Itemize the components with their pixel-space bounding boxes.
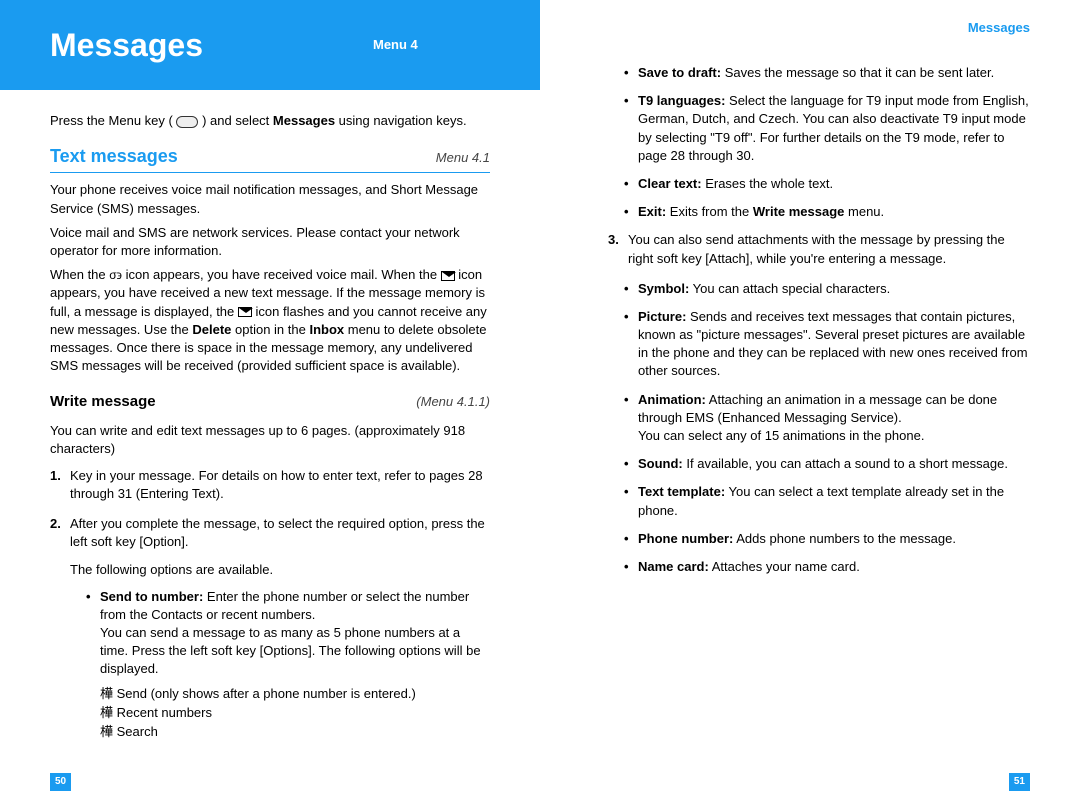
option-more: You can send a message to as many as 5 p… xyxy=(100,624,490,679)
page-number: 51 xyxy=(1009,773,1030,791)
intro-bold: Messages xyxy=(273,113,335,128)
intro-text3: using navigation keys. xyxy=(335,113,467,128)
intro-text2: ) and select xyxy=(202,113,273,128)
paragraph: When the σ϶ icon appears, you have recei… xyxy=(50,266,490,375)
subsection-menu: Menu 4.1 xyxy=(436,149,490,167)
paragraph: Your phone receives voice mail notificat… xyxy=(50,181,490,217)
subsection-title: Text messages xyxy=(50,144,178,169)
list-item: Exit: Exits from the Write message menu. xyxy=(638,203,1030,221)
subsection-header: Text messages Menu 4.1 xyxy=(50,144,490,173)
list-item: 3.You can also send attachments with the… xyxy=(628,231,1030,267)
intro-paragraph: Press the Menu key ( ) and select Messag… xyxy=(50,112,490,130)
section-label: Messages xyxy=(968,19,1030,37)
envelope-icon xyxy=(238,307,252,317)
bulleted-list: Save to draft: Saves the message so that… xyxy=(590,64,1030,221)
list-item: Name card: Attaches your name card. xyxy=(638,558,1030,576)
followup-text: The following options are available. xyxy=(70,561,490,579)
header-title: Messages xyxy=(50,23,203,68)
list-item: Clear text: Erases the whole text. xyxy=(638,175,1030,193)
right-page: Messages Save to draft: Saves the messag… xyxy=(540,0,1080,809)
list-item: Text template: You can select a text tem… xyxy=(638,483,1030,519)
list-item: Picture: Sends and receives text message… xyxy=(638,308,1030,381)
right-header: Messages xyxy=(540,0,1080,56)
left-page: Messages Menu 4 Press the Menu key ( ) a… xyxy=(0,0,540,809)
page-header: Messages Menu 4 xyxy=(0,0,540,90)
subsection2-title: Write message xyxy=(50,391,156,412)
voicemail-icon: σ϶ xyxy=(109,267,122,284)
bulleted-list: Symbol: You can attach special character… xyxy=(590,280,1030,576)
paragraph: Voice mail and SMS are network services.… xyxy=(50,224,490,260)
sub-options: 樺 Send (only shows after a phone number … xyxy=(100,685,490,742)
menu-key-icon xyxy=(176,116,198,128)
numbered-list: 3.You can also send attachments with the… xyxy=(590,231,1030,267)
subsection2-menu: (Menu 4.1.1) xyxy=(416,393,490,411)
list-item: Symbol: You can attach special character… xyxy=(638,280,1030,298)
subsection2-header: Write message (Menu 4.1.1) xyxy=(50,391,490,412)
numbered-list: 1.Key in your message. For details on ho… xyxy=(50,467,490,741)
paragraph: You can write and edit text messages up … xyxy=(50,422,490,458)
envelope-icon xyxy=(441,271,455,281)
right-content: Save to draft: Saves the message so that… xyxy=(590,64,1030,576)
list-item: Phone number: Adds phone numbers to the … xyxy=(638,530,1030,548)
list-item: 1.Key in your message. For details on ho… xyxy=(70,467,490,503)
intro-text: Press the Menu key ( xyxy=(50,113,173,128)
list-item: Save to draft: Saves the message so that… xyxy=(638,64,1030,82)
list-item: Animation: Attaching an animation in a m… xyxy=(638,391,1030,446)
header-menu-label: Menu 4 xyxy=(373,36,418,54)
bulleted-list: Send to number: Enter the phone number o… xyxy=(70,588,490,742)
list-item: Sound: If available, you can attach a so… xyxy=(638,455,1030,473)
list-item: 2.After you complete the message, to sel… xyxy=(70,515,490,741)
list-item: T9 languages: Select the language for T9… xyxy=(638,92,1030,165)
page-number: 50 xyxy=(50,773,71,791)
list-item: Send to number: Enter the phone number o… xyxy=(100,588,490,742)
